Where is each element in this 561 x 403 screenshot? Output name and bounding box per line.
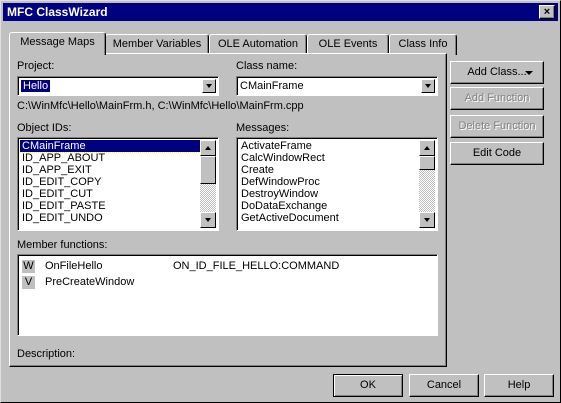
member-name: OnFileHello [45, 260, 103, 272]
list-item[interactable]: DoDataExchange [239, 200, 419, 212]
button-label: Cancel [426, 379, 462, 391]
edit-code-button[interactable]: Edit Code [450, 142, 544, 165]
tab-class-info[interactable]: Class Info [389, 34, 457, 55]
messages-items: ActivateFrame CalcWindowRect Create DefW… [239, 140, 419, 228]
tab-label: OLE Events [318, 38, 378, 50]
button-label: Help [507, 379, 531, 391]
tab-label: Message Maps [20, 36, 95, 48]
tab-ole-events[interactable]: OLE Events [307, 34, 389, 55]
member-functions-label: Member functions: [17, 239, 108, 251]
file-path: C:\WinMfc\Hello\MainFrm.h, C:\WinMfc\Hel… [17, 100, 304, 112]
tab-ole-automation[interactable]: OLE Automation [209, 34, 307, 55]
chevron-down-icon[interactable] [421, 79, 435, 93]
project-combo[interactable]: Hello [17, 76, 219, 96]
ok-button[interactable]: OK [333, 374, 403, 397]
title-bar[interactable]: MFC ClassWizard × [3, 3, 558, 21]
button-label: Delete Function [458, 120, 536, 132]
list-item[interactable]: ID_EDIT_COPY [20, 176, 200, 188]
add-function-button[interactable]: Add Function [450, 87, 544, 110]
chevron-down-icon[interactable] [202, 79, 216, 93]
table-row[interactable]: W OnFileHello ON_ID_FILE_HELLO:COMMAND [22, 259, 432, 274]
description-label: Description: [17, 348, 76, 360]
scroll-down-icon[interactable] [200, 212, 216, 228]
object-ids-list[interactable]: CMainFrame ID_APP_ABOUT ID_APP_EXIT ID_E… [17, 137, 219, 231]
list-item[interactable]: ID_EDIT_PASTE [20, 200, 200, 212]
chevron-down-icon [525, 71, 533, 75]
button-label: Add Function [464, 92, 530, 104]
button-label: OK [360, 379, 376, 391]
help-button[interactable]: Help [484, 374, 554, 397]
scroll-thumb[interactable] [419, 156, 435, 170]
messages-list[interactable]: ActivateFrame CalcWindowRect Create DefW… [236, 137, 438, 231]
object-ids-scrollbar[interactable] [200, 140, 216, 228]
member-name: PreCreateWindow [45, 276, 135, 288]
object-ids-label: Object IDs: [17, 122, 72, 134]
table-row[interactable]: V PreCreateWindow [22, 275, 432, 290]
classwizard-dialog: MFC ClassWizard × Message Maps Member Va… [0, 0, 561, 403]
project-value: Hello [21, 80, 51, 92]
member-type-badge: W [22, 260, 35, 273]
messages-label: Messages: [236, 122, 290, 134]
cancel-button[interactable]: Cancel [409, 374, 479, 397]
tab-label: Class Info [398, 38, 448, 50]
list-item[interactable]: ActivateFrame [239, 140, 419, 152]
project-label: Project: [17, 60, 55, 72]
scroll-thumb[interactable] [200, 156, 216, 184]
list-item[interactable]: ID_EDIT_CUT [20, 188, 200, 200]
list-item[interactable]: ID_EDIT_UNDO [20, 212, 200, 224]
member-mapping: ON_ID_FILE_HELLO:COMMAND [173, 260, 340, 272]
button-label: Edit Code [472, 147, 522, 159]
scroll-up-icon[interactable] [419, 140, 435, 156]
list-item[interactable]: DestroyWindow [239, 188, 419, 200]
delete-function-button[interactable]: Delete Function [450, 115, 544, 138]
list-item[interactable]: ID_APP_EXIT [20, 164, 200, 176]
class-name-value: CMainFrame [240, 80, 304, 92]
object-ids-items: CMainFrame ID_APP_ABOUT ID_APP_EXIT ID_E… [20, 140, 200, 228]
window-title: MFC ClassWizard [7, 5, 108, 19]
class-name-combo[interactable]: CMainFrame [236, 76, 438, 96]
list-item[interactable]: CalcWindowRect [239, 152, 419, 164]
add-class-button[interactable]: Add Class... [450, 61, 544, 84]
tab-label: Member Variables [112, 38, 202, 50]
scroll-down-icon[interactable] [419, 212, 435, 228]
list-item[interactable]: ID_APP_ABOUT [20, 152, 200, 164]
list-item[interactable]: CMainFrame [20, 140, 200, 153]
class-name-label: Class name: [236, 60, 298, 72]
button-label: Add Class... [467, 66, 527, 78]
tab-label: OLE Automation [217, 38, 299, 50]
tab-member-variables[interactable]: Member Variables [105, 34, 209, 55]
scroll-up-icon[interactable] [200, 140, 216, 156]
close-icon: × [543, 6, 551, 18]
list-item[interactable]: DefWindowProc [239, 176, 419, 188]
member-functions-list[interactable]: W OnFileHello ON_ID_FILE_HELLO:COMMAND V… [17, 254, 438, 336]
list-item[interactable]: Create [239, 164, 419, 176]
member-type-badge: V [22, 276, 35, 289]
list-item[interactable]: GetActiveDocument [239, 212, 419, 224]
messages-scrollbar[interactable] [419, 140, 435, 228]
close-button[interactable]: × [539, 5, 555, 19]
tab-message-maps[interactable]: Message Maps [9, 32, 106, 55]
